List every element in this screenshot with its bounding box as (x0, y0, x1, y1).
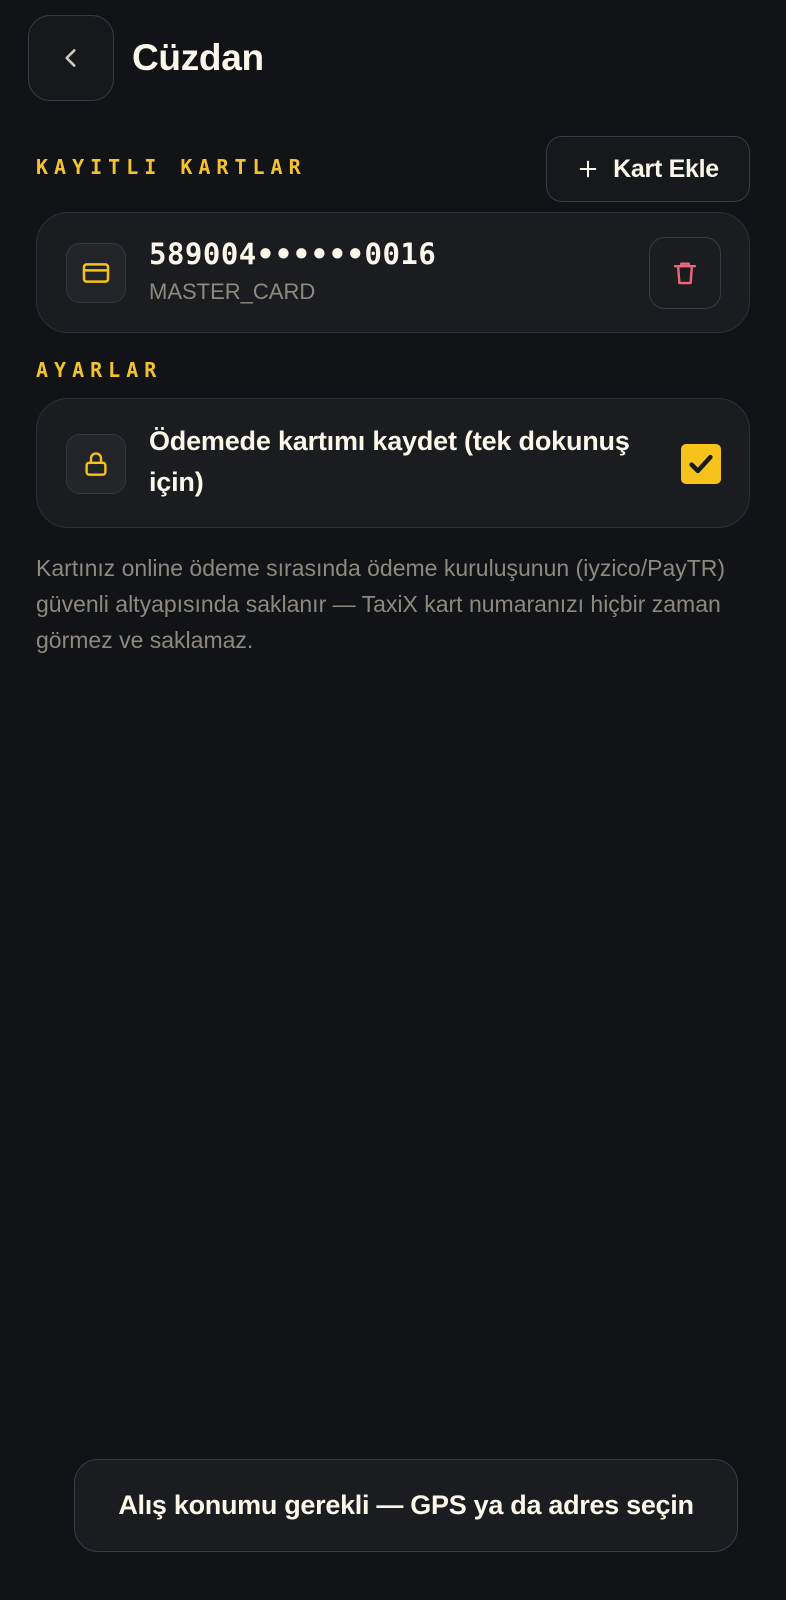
checkmark-icon (689, 454, 713, 474)
delete-card-button[interactable] (649, 237, 721, 309)
card-number: 589004••••••0016 (149, 237, 437, 271)
add-card-label: Kart Ekle (613, 154, 719, 183)
trash-icon (673, 262, 697, 285)
card-security-info: Kartınız online ödeme sırasında ödeme ku… (36, 555, 726, 653)
location-required-toast: Alış konumu gerekli — GPS ya da adres se… (74, 1459, 738, 1552)
save-card-setting[interactable]: Ödemede kartımı kaydet (tek dokunuş için… (36, 398, 750, 528)
plus-icon (579, 160, 597, 178)
back-button[interactable] (28, 15, 114, 101)
card-icon-tile (66, 243, 126, 303)
lock-icon (85, 452, 107, 476)
card-brand: MASTER_CARD (149, 279, 316, 304)
saved-cards-section-label: KAYITLI KARTLAR (36, 155, 307, 179)
save-card-label: Ödemede kartımı kaydet (tek dokunuş için… (149, 426, 630, 497)
save-card-checkbox[interactable] (681, 444, 721, 484)
wallet-screen: Cüzdan KAYITLI KARTLAR Kart Ekle 589004•… (0, 0, 786, 1600)
lock-icon-tile (66, 434, 126, 494)
add-card-button[interactable]: Kart Ekle (546, 136, 750, 202)
settings-section-label: AYARLAR (36, 358, 163, 382)
header: Cüzdan (28, 14, 264, 102)
saved-card-item: 589004••••••0016 MASTER_CARD (36, 212, 750, 333)
chevron-left-icon (65, 49, 76, 67)
toast-message: Alış konumu gerekli — GPS ya da adres se… (118, 1490, 694, 1520)
page-title: Cüzdan (132, 37, 264, 78)
credit-card-icon (82, 263, 110, 283)
